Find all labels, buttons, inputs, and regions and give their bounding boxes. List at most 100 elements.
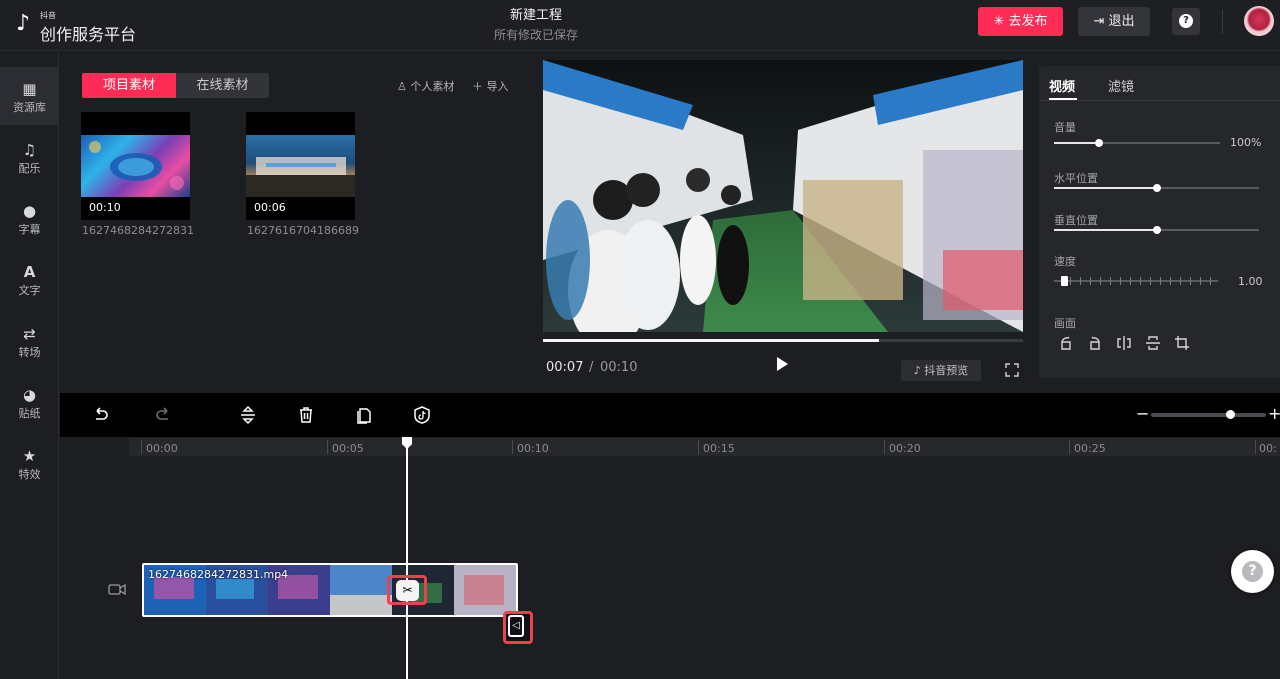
sidebar-item-transition[interactable]: ⇄ 转场 <box>0 312 59 370</box>
play-icon[interactable] <box>777 357 788 371</box>
header-divider <box>1222 10 1223 34</box>
douyin-badge-icon[interactable] <box>412 405 432 425</box>
speed-tick <box>1190 277 1191 285</box>
scissors-icon[interactable]: ✂ <box>396 580 419 601</box>
speed-tick <box>1200 277 1201 285</box>
playhead[interactable] <box>406 438 408 679</box>
transition-icon: ⇄ <box>23 325 36 343</box>
total-time: 00:10 <box>600 360 638 375</box>
personal-materials-link[interactable]: ♙ 个人素材 <box>397 78 454 94</box>
vertical-position-fill <box>1054 229 1157 231</box>
sidebar-item-sticker[interactable]: ◕ 贴纸 <box>0 373 59 431</box>
material-duration: 00:06 <box>254 201 286 214</box>
clip-name: 1627468284272831.mp4 <box>148 568 289 581</box>
douyin-preview-label: 抖音预览 <box>924 364 969 377</box>
vertical-position-knob[interactable] <box>1153 226 1161 234</box>
volume-slider-fill <box>1054 142 1099 144</box>
delete-icon[interactable] <box>296 405 316 425</box>
exit-icon: ⇥ <box>1093 14 1109 29</box>
crop-icon[interactable] <box>1174 335 1190 351</box>
publish-button[interactable]: ✳ 去发布 <box>978 7 1063 36</box>
speed-tick <box>1160 277 1161 285</box>
time-separator: / <box>589 360 594 375</box>
horizontal-position-fill <box>1054 187 1157 189</box>
speed-tick <box>1100 277 1101 285</box>
speed-tick <box>1080 277 1081 285</box>
ruler-tick <box>884 440 885 454</box>
sidebar-item-label: 转场 <box>18 346 41 359</box>
speed-value: 1.00 <box>1238 275 1263 288</box>
rotate-left-icon[interactable] <box>1058 335 1074 351</box>
help-button[interactable]: ? <box>1172 8 1200 35</box>
rotate-right-icon[interactable] <box>1087 335 1103 351</box>
personal-label: 个人素材 <box>410 80 455 93</box>
ruler-label: 00:20 <box>889 442 921 455</box>
exit-label: 退出 <box>1108 14 1135 29</box>
preview-progress-fill <box>543 339 879 342</box>
fullscreen-icon[interactable] <box>1005 363 1019 377</box>
speed-tick <box>1140 277 1141 285</box>
tiktok-icon: ♪ <box>913 364 925 377</box>
tab-online-materials[interactable]: 在线素材 <box>176 73 269 98</box>
text-icon: A <box>23 263 36 281</box>
copy-icon[interactable] <box>354 405 374 425</box>
sidebar-item-label: 资源库 <box>13 101 46 114</box>
douyin-preview-button[interactable]: ♪ 抖音预览 <box>901 360 981 381</box>
exit-button[interactable]: ⇥ 退出 <box>1078 7 1150 36</box>
tab-project-materials[interactable]: 项目素材 <box>82 73 176 98</box>
save-status: 所有修改已保存 <box>493 28 578 42</box>
zoom-slider-knob[interactable] <box>1226 410 1235 419</box>
sidebar-item-label: 特效 <box>18 468 41 481</box>
effects-icon: ★ <box>22 447 37 465</box>
import-button[interactable]: ＋ 导入 <box>472 78 509 94</box>
speed-tick <box>1090 277 1091 285</box>
ruler-tick <box>698 440 699 454</box>
redo-icon[interactable] <box>153 405 173 425</box>
ruler-tick <box>1069 440 1070 454</box>
sparkle-icon: ✳ <box>993 14 1009 29</box>
volume-slider-knob[interactable] <box>1095 139 1103 147</box>
logo-text: 创作服务平台 <box>40 25 137 44</box>
sidebar-item-text[interactable]: A 文字 <box>0 250 59 308</box>
material-item[interactable]: 00:10 <box>81 112 190 220</box>
project-title[interactable]: 新建工程 <box>462 4 610 23</box>
horizontal-position-knob[interactable] <box>1153 184 1161 192</box>
floating-help-button[interactable]: ? <box>1231 550 1274 593</box>
material-duration: 00:10 <box>89 201 121 214</box>
flip-horizontal-icon[interactable] <box>1116 335 1132 351</box>
zoom-slider-track[interactable] <box>1151 413 1266 417</box>
app-root: ♪ 抖音 创作服务平台 新建工程 所有修改已保存 ✳ 去发布 ⇥ 退出 ? ▦ … <box>0 0 1280 679</box>
sidebar-item-label: 贴纸 <box>18 407 41 420</box>
trim-handle-icon[interactable]: ◁ <box>508 615 524 637</box>
zoom-out-icon[interactable]: − <box>1136 404 1149 423</box>
frame-label: 画面 <box>1054 317 1076 330</box>
material-item[interactable]: 00:06 <box>246 112 355 220</box>
zoom-in-icon[interactable]: + <box>1268 404 1280 423</box>
avatar[interactable] <box>1244 6 1274 36</box>
preview-frame <box>543 60 1023 332</box>
thumbnail-art <box>89 141 184 190</box>
tab-video[interactable]: 视频 <box>1049 76 1075 95</box>
plus-icon: ＋ <box>472 80 487 93</box>
sidebar-item-effects[interactable]: ★ 特效 <box>0 434 59 492</box>
sidebar-item-label: 配乐 <box>18 162 41 175</box>
sidebar-item-library[interactable]: ▦ 资源库 <box>0 67 59 125</box>
tab-filter[interactable]: 滤镜 <box>1108 76 1134 95</box>
speed-tick <box>1120 277 1121 285</box>
horizontal-position-label: 水平位置 <box>1054 172 1098 185</box>
speed-tick <box>1110 277 1111 285</box>
speed-tick <box>1150 277 1151 285</box>
video-track-icon <box>108 583 126 596</box>
video-preview[interactable] <box>543 60 1023 332</box>
ruler-tick <box>1255 440 1256 454</box>
sidebar-item-music[interactable]: ♫ 配乐 <box>0 128 59 186</box>
help-icon: ? <box>1242 561 1263 582</box>
speed-tick <box>1070 277 1071 285</box>
speed-slider-knob[interactable] <box>1061 276 1068 286</box>
flip-vertical-icon[interactable] <box>1145 335 1161 351</box>
sidebar-item-label: 字幕 <box>18 223 41 236</box>
undo-icon[interactable] <box>91 405 111 425</box>
split-vertical-icon[interactable] <box>238 405 258 425</box>
sticker-icon: ◕ <box>22 386 37 404</box>
sidebar-item-subtitle[interactable]: ● 字幕 <box>0 189 59 247</box>
